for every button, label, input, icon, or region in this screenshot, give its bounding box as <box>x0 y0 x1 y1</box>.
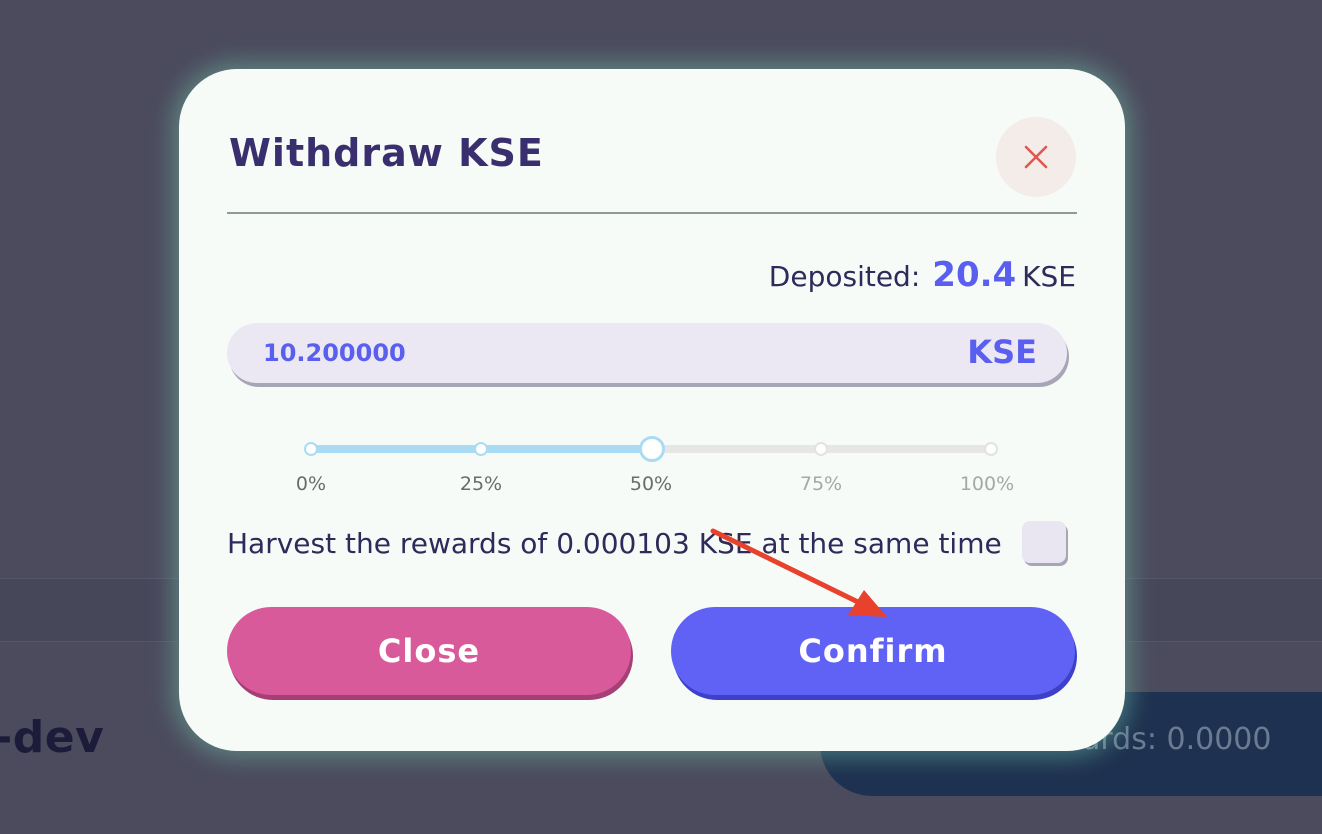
background-title-fragment: -dev <box>0 712 105 763</box>
withdraw-modal: Withdraw KSE Deposited: 20.4 KSE 10.200000… <box>179 69 1125 751</box>
slider-mark-dot[interactable] <box>474 442 488 456</box>
slider-mark-label[interactable]: 50% <box>630 473 672 495</box>
slider-mark-dot[interactable] <box>814 442 828 456</box>
slider-mark-label[interactable]: 0% <box>296 473 326 495</box>
slider-mark-dot[interactable] <box>304 442 318 456</box>
amount-input[interactable]: 10.200000 KSE <box>227 323 1067 383</box>
deposited-label: Deposited: <box>768 260 921 293</box>
deposited-value: 20.4 <box>932 255 1017 295</box>
close-icon <box>1024 145 1048 169</box>
header-divider <box>227 212 1077 214</box>
slider-handle[interactable] <box>639 436 665 462</box>
slider-mark-label[interactable]: 75% <box>800 473 842 495</box>
amount-unit: KSE <box>967 333 1037 371</box>
close-icon-button[interactable] <box>996 117 1076 197</box>
deposited-unit: KSE <box>1022 260 1076 293</box>
confirm-button[interactable]: Confirm <box>671 607 1075 695</box>
slider-mark-label[interactable]: 25% <box>460 473 502 495</box>
modal-title: Withdraw KSE <box>229 131 544 175</box>
slider-mark-label[interactable]: 100% <box>960 473 1014 495</box>
percent-slider[interactable]: 0% 25% 50% 75% 100% <box>296 435 1014 495</box>
harvest-checkbox[interactable] <box>1022 521 1066 563</box>
deposited-balance: Deposited: 20.4 KSE <box>769 255 1076 295</box>
close-button[interactable]: Close <box>227 607 631 695</box>
harvest-label: Harvest the rewards of 0.000103 KSE at t… <box>227 527 1002 560</box>
amount-value[interactable]: 10.200000 <box>263 339 406 367</box>
slider-mark-dot[interactable] <box>984 442 998 456</box>
